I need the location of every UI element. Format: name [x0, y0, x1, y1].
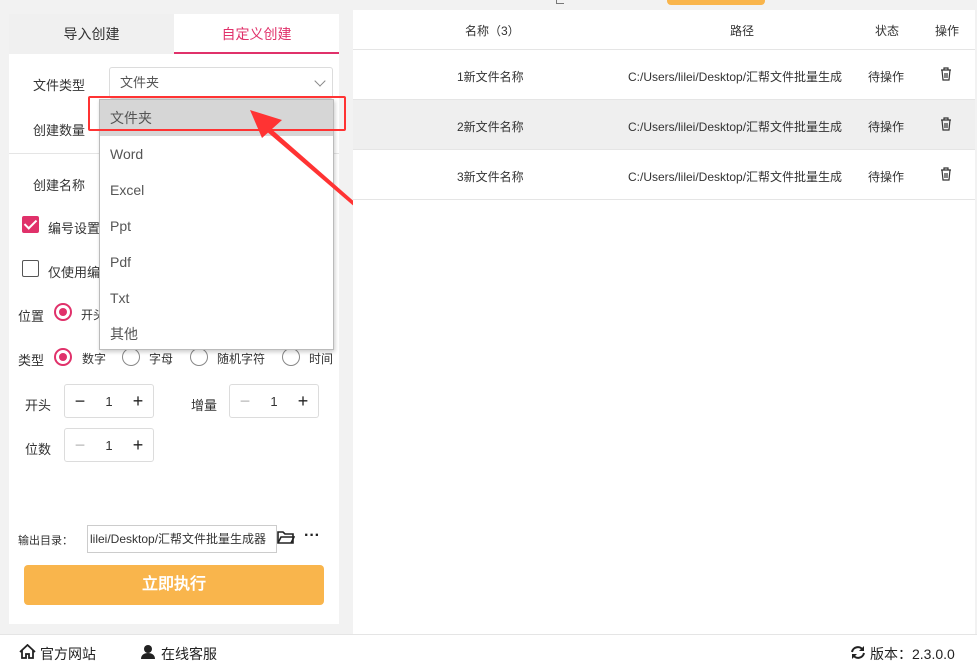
numbering-checkbox[interactable]	[22, 216, 39, 233]
trash-icon[interactable]	[940, 167, 952, 181]
dropdown-option-txt[interactable]: Txt	[100, 280, 333, 316]
table-row[interactable]: 3新文件名称 C:/Users/lilei/Desktop/汇帮文件批量生成 待…	[353, 150, 975, 200]
output-dir-label: 输出目录：	[18, 535, 73, 547]
create-name-label: 创建名称	[33, 178, 86, 193]
file-type-select[interactable]: 文件夹	[109, 67, 333, 99]
top-active-indicator	[667, 0, 765, 5]
tab-custom-create[interactable]: 自定义创建	[174, 14, 339, 54]
table-row[interactable]: 1新文件名称 C:/Users/lilei/Desktop/汇帮文件批量生成 待…	[353, 50, 975, 100]
row-path: C:/Users/lilei/Desktop/汇帮文件批量生成	[628, 70, 843, 84]
file-type-label: 文件类型	[33, 78, 86, 93]
more-icon[interactable]: ···	[304, 527, 320, 545]
start-label: 开头	[25, 398, 52, 413]
row-name: 1新文件名称	[457, 70, 524, 84]
dropdown-option-ppt[interactable]: Ppt	[100, 208, 333, 244]
online-support-link[interactable]: 在线客服	[161, 644, 217, 664]
only-number-checkbox[interactable]	[22, 260, 39, 277]
row-name: 2新文件名称	[457, 120, 524, 134]
type-time-label: 时间	[309, 352, 334, 366]
row-path: C:/Users/lilei/Desktop/汇帮文件批量生成	[628, 120, 843, 134]
plus-icon[interactable]: +	[288, 391, 318, 412]
file-type-value: 文件夹	[120, 75, 160, 90]
digits-stepper[interactable]: − 1 +	[64, 428, 154, 462]
home-icon	[19, 644, 36, 659]
top-partial-icon	[556, 0, 564, 4]
row-status: 待操作	[868, 120, 905, 134]
plus-icon[interactable]: +	[123, 391, 153, 412]
increment-label: 增量	[191, 398, 218, 413]
output-dir-input[interactable]: lilei/Desktop/汇帮文件批量生成器	[87, 525, 277, 553]
version-label: 版本：2.3.0.0	[870, 646, 955, 662]
digits-value: 1	[105, 437, 113, 453]
plus-icon[interactable]: +	[123, 435, 153, 456]
type-random-label: 随机字符	[217, 352, 266, 366]
increment-value: 1	[270, 393, 278, 409]
dropdown-option-other[interactable]: 其他	[100, 316, 333, 352]
row-path: C:/Users/lilei/Desktop/汇帮文件批量生成	[628, 170, 843, 184]
trash-icon[interactable]	[940, 67, 952, 81]
dropdown-option-excel[interactable]: Excel	[100, 172, 333, 208]
trash-icon[interactable]	[940, 117, 952, 131]
header-status[interactable]: 状态	[875, 22, 899, 39]
execute-button[interactable]: 立即执行	[24, 565, 324, 605]
annotation-highlight-box	[88, 96, 346, 131]
mode-tabs: 导入创建 自定义创建	[9, 14, 339, 54]
start-value: 1	[105, 393, 113, 409]
chevron-down-icon	[314, 75, 326, 87]
header-path[interactable]: 路径	[730, 22, 754, 39]
position-label: 位置	[18, 309, 45, 324]
refresh-icon[interactable]	[850, 645, 866, 660]
file-table: 名称（3） 路径 状态 操作 1新文件名称 C:/Users/lilei/Des…	[353, 10, 975, 634]
digits-label: 位数	[25, 442, 52, 457]
dropdown-option-word[interactable]: Word	[100, 136, 333, 172]
table-row[interactable]: 2新文件名称 C:/Users/lilei/Desktop/汇帮文件批量生成 待…	[353, 100, 975, 150]
create-count-label: 创建数量	[33, 123, 86, 138]
increment-stepper[interactable]: − 1 +	[229, 384, 319, 418]
type-letter-label: 字母	[149, 352, 174, 366]
start-stepper[interactable]: − 1 +	[64, 384, 154, 418]
type-number-label: 数字	[82, 352, 107, 366]
only-number-label: 仅使用编	[48, 265, 101, 280]
folder-icon[interactable]	[277, 530, 295, 545]
minus-icon[interactable]: −	[65, 435, 95, 456]
tab-import-create[interactable]: 导入创建	[9, 14, 174, 54]
row-name: 3新文件名称	[457, 170, 524, 184]
official-website-link[interactable]: 官方网站	[40, 644, 96, 664]
numbering-label: 编号设置	[48, 221, 101, 236]
file-type-dropdown: 文件夹 Word Excel Ppt Pdf Txt 其他	[99, 99, 334, 350]
type-number-radio[interactable]	[54, 348, 72, 366]
row-status: 待操作	[868, 70, 905, 84]
customer-service-icon	[141, 645, 155, 659]
row-status: 待操作	[868, 170, 905, 184]
type-label: 类型	[18, 353, 45, 368]
footer-bar: 官方网站 在线客服 版本：2.3.0.0	[0, 634, 977, 666]
minus-icon[interactable]: −	[65, 391, 95, 412]
position-start-radio[interactable]	[54, 303, 72, 321]
dropdown-option-pdf[interactable]: Pdf	[100, 244, 333, 280]
header-name[interactable]: 名称（3）	[465, 22, 520, 39]
minus-icon[interactable]: −	[230, 391, 260, 412]
header-action: 操作	[935, 24, 960, 38]
